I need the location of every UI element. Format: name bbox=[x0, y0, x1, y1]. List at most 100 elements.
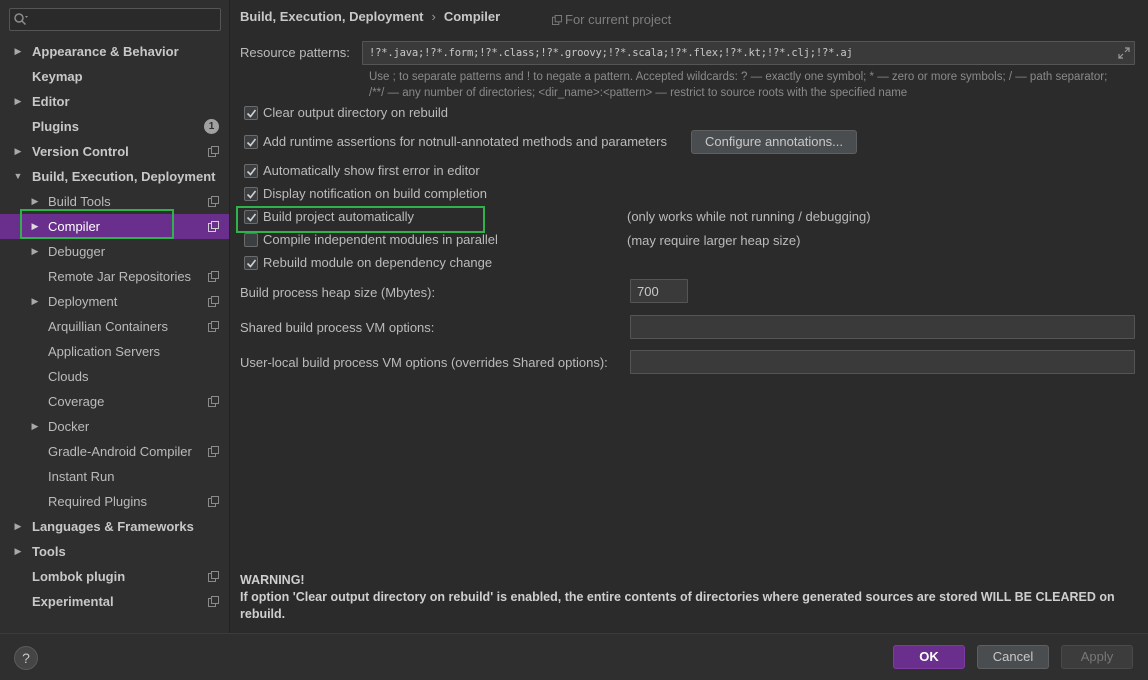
settings-sidebar: ▶ Appearance & Behavior Keymap ▶ Editor … bbox=[0, 0, 230, 633]
sidebar-item-application-servers[interactable]: Application Servers bbox=[0, 339, 229, 364]
expand-arrow-icon[interactable]: ▶ bbox=[30, 239, 40, 264]
sidebar-item-label: Docker bbox=[48, 419, 90, 434]
checkmark-icon bbox=[246, 259, 257, 268]
expand-arrow-icon[interactable]: ▶ bbox=[13, 39, 23, 64]
expand-arrow-icon[interactable]: ▶ bbox=[30, 289, 40, 314]
for-current-project-note: For current project bbox=[552, 12, 671, 27]
expand-arrow-icon[interactable]: ▶ bbox=[13, 89, 23, 114]
expand-arrow-icon[interactable]: ▶ bbox=[30, 414, 40, 439]
sidebar-item-remote-jar-repositories[interactable]: Remote Jar Repositories bbox=[0, 264, 229, 289]
checkbox-box[interactable] bbox=[244, 187, 258, 201]
sidebar-item-deployment[interactable]: ▶ Deployment bbox=[0, 289, 229, 314]
project-scope-icon bbox=[208, 396, 219, 407]
resource-patterns-field[interactable] bbox=[362, 41, 1135, 65]
checkmark-icon bbox=[246, 167, 257, 176]
sidebar-item-keymap[interactable]: Keymap bbox=[0, 64, 229, 89]
sidebar-item-experimental[interactable]: Experimental bbox=[0, 589, 229, 614]
warning-message: WARNING! If option 'Clear output directo… bbox=[240, 572, 1140, 623]
checkmark-icon bbox=[246, 138, 257, 147]
project-scope-icon bbox=[208, 146, 219, 157]
for-current-project-label: For current project bbox=[565, 12, 672, 27]
sidebar-item-label: Debugger bbox=[48, 244, 106, 259]
sidebar-item-label: Application Servers bbox=[48, 344, 160, 359]
project-scope-icon bbox=[208, 571, 219, 582]
build-automatically-note: (only works while not running / debuggin… bbox=[627, 209, 871, 224]
shared-vm-options-field[interactable] bbox=[630, 315, 1135, 339]
sidebar-item-required-plugins[interactable]: Required Plugins bbox=[0, 489, 229, 514]
configure-annotations-button[interactable]: Configure annotations... bbox=[691, 130, 857, 154]
expand-field-icon[interactable] bbox=[1118, 47, 1130, 59]
sidebar-item-gradle-android-compiler[interactable]: Gradle-Android Compiler bbox=[0, 439, 229, 464]
sidebar-item-debugger[interactable]: ▶ Debugger bbox=[0, 239, 229, 264]
dialog-button-bar: ? OK Cancel Apply bbox=[0, 633, 1148, 680]
checkbox-box[interactable] bbox=[244, 256, 258, 270]
breadcrumb-separator: › bbox=[431, 9, 436, 24]
checkbox-label: Rebuild module on dependency change bbox=[263, 255, 493, 270]
breadcrumb: Build, Execution, Deployment › Compiler bbox=[240, 9, 500, 24]
heap-size-input[interactable] bbox=[631, 280, 687, 302]
shared-vm-options-input[interactable] bbox=[631, 316, 1134, 338]
expand-arrow-icon[interactable]: ▶ bbox=[13, 514, 23, 539]
checkbox-box[interactable] bbox=[244, 233, 258, 247]
ok-button[interactable]: OK bbox=[893, 645, 965, 669]
warning-text: If option 'Clear output directory on reb… bbox=[240, 590, 1115, 621]
expand-arrow-icon[interactable]: ▶ bbox=[30, 214, 40, 239]
resource-patterns-input[interactable] bbox=[363, 42, 1134, 64]
checkbox-box[interactable] bbox=[244, 164, 258, 178]
checkbox-label: Add runtime assertions for notnull-annot… bbox=[263, 134, 667, 149]
expand-arrow-icon[interactable]: ▶ bbox=[30, 189, 40, 214]
sidebar-item-clouds[interactable]: Clouds bbox=[0, 364, 229, 389]
sidebar-item-label: Editor bbox=[32, 94, 70, 109]
user-local-vm-options-input[interactable] bbox=[631, 351, 1134, 373]
checkbox-box[interactable] bbox=[244, 210, 258, 224]
cancel-button[interactable]: Cancel bbox=[977, 645, 1049, 669]
sidebar-item-label: Remote Jar Repositories bbox=[48, 269, 192, 284]
search-icon bbox=[14, 13, 28, 26]
checkbox-box[interactable] bbox=[244, 135, 258, 149]
sidebar-item-label: Lombok plugin bbox=[32, 569, 126, 584]
sidebar-item-build-tools[interactable]: ▶ Build Tools bbox=[0, 189, 229, 214]
hint-line-1: Use ; to separate patterns and ! to nega… bbox=[369, 71, 1108, 83]
settings-search-input[interactable] bbox=[32, 10, 217, 29]
breadcrumb-current: Compiler bbox=[443, 9, 501, 24]
sidebar-item-label: Tools bbox=[32, 544, 66, 559]
expand-arrow-icon[interactable]: ▶ bbox=[13, 539, 23, 564]
collapse-arrow-icon[interactable]: ▼ bbox=[13, 164, 23, 189]
sidebar-item-label: Clouds bbox=[48, 369, 89, 384]
sidebar-item-editor[interactable]: ▶ Editor bbox=[0, 89, 229, 114]
project-scope-icon bbox=[552, 15, 562, 25]
heap-size-field[interactable] bbox=[630, 279, 688, 303]
project-scope-icon bbox=[208, 446, 219, 457]
sidebar-item-plugins[interactable]: Plugins 1 bbox=[0, 114, 229, 139]
sidebar-item-languages-frameworks[interactable]: ▶ Languages & Frameworks bbox=[0, 514, 229, 539]
sidebar-item-label: Experimental bbox=[32, 594, 114, 609]
sidebar-item-label: Version Control bbox=[32, 144, 129, 159]
project-scope-icon bbox=[208, 196, 219, 207]
sidebar-item-coverage[interactable]: Coverage bbox=[0, 389, 229, 414]
user-local-vm-options-field[interactable] bbox=[630, 350, 1135, 374]
sidebar-item-tools[interactable]: ▶ Tools bbox=[0, 539, 229, 564]
project-scope-icon bbox=[208, 321, 219, 332]
sidebar-item-label: Instant Run bbox=[48, 469, 115, 484]
help-button[interactable]: ? bbox=[14, 646, 38, 670]
shared-vm-options-label: Shared build process VM options: bbox=[240, 320, 435, 335]
sidebar-item-lombok-plugin[interactable]: Lombok plugin bbox=[0, 564, 229, 589]
parallel-compile-note: (may require larger heap size) bbox=[627, 233, 801, 248]
sidebar-item-compiler[interactable]: ▶ Compiler bbox=[0, 214, 229, 239]
sidebar-item-docker[interactable]: ▶ Docker bbox=[0, 414, 229, 439]
sidebar-item-instant-run[interactable]: Instant Run bbox=[0, 464, 229, 489]
sidebar-item-appearance-behavior[interactable]: ▶ Appearance & Behavior bbox=[0, 39, 229, 64]
warning-title: WARNING! bbox=[240, 573, 305, 587]
expand-arrow-icon[interactable]: ▶ bbox=[13, 139, 23, 164]
checkbox-box[interactable] bbox=[244, 106, 258, 120]
sidebar-item-arquillian-containers[interactable]: Arquillian Containers bbox=[0, 314, 229, 339]
apply-button[interactable]: Apply bbox=[1061, 645, 1133, 669]
breadcrumb-parent: Build, Execution, Deployment bbox=[240, 9, 424, 24]
sidebar-item-label: Required Plugins bbox=[48, 494, 148, 509]
checkbox-label: Clear output directory on rebuild bbox=[263, 105, 448, 120]
sidebar-item-build-execution-deployment[interactable]: ▼ Build, Execution, Deployment bbox=[0, 164, 229, 189]
sidebar-item-version-control[interactable]: ▶ Version Control bbox=[0, 139, 229, 164]
sidebar-item-label: Plugins bbox=[32, 119, 79, 134]
settings-search-box[interactable] bbox=[9, 8, 221, 31]
project-scope-icon bbox=[208, 596, 219, 607]
